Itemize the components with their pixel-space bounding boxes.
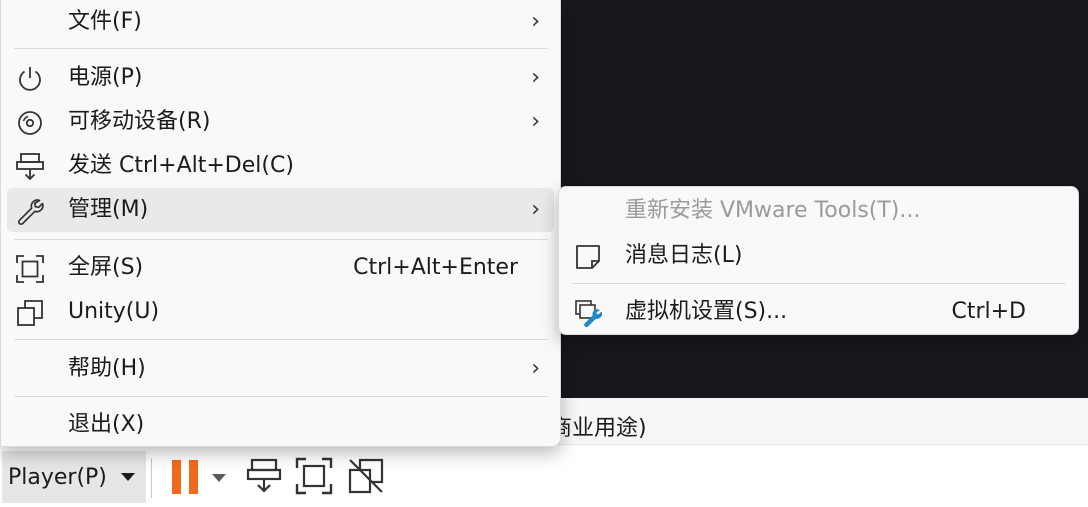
shortcut-label: Ctrl+Alt+Enter	[353, 255, 518, 280]
menu-item-power[interactable]: 电源(P) ›	[7, 56, 554, 100]
removable-device-icon	[18, 111, 42, 135]
menu-item-unity[interactable]: Unity(U)	[7, 290, 554, 334]
toolbar-divider	[151, 458, 152, 498]
menu-separator	[14, 239, 548, 240]
fullscreen-icon[interactable]	[294, 456, 334, 496]
menu-item-send-ctrl-alt-del[interactable]: 发送 Ctrl+Alt+Del(C)	[7, 144, 554, 188]
chevron-right-icon: ›	[531, 9, 540, 34]
unity-icon	[17, 300, 43, 326]
menu-separator	[14, 48, 548, 49]
submenu-separator	[572, 283, 1066, 284]
menu-separator	[14, 339, 548, 340]
submenu-item-vm-settings[interactable]: 虚拟机设置(S)... Ctrl+D	[565, 290, 1072, 334]
unity-icon[interactable]	[346, 456, 386, 496]
send-ctrl-alt-del-icon[interactable]	[244, 456, 284, 496]
menu-item-help[interactable]: 帮助(H) ›	[7, 347, 554, 391]
menu-item-file[interactable]: 文件(F) ›	[7, 0, 554, 44]
wrench-icon	[18, 199, 44, 225]
pause-icon[interactable]	[172, 460, 200, 494]
menu-separator	[14, 396, 548, 397]
submenu-item-reinstall-vmware-tools: 重新安装 VMware Tools(T)...	[625, 198, 921, 223]
player-menu-button[interactable]: Player(P)	[2, 451, 146, 503]
menu-item-fullscreen[interactable]: 全屏(S) Ctrl+Alt+Enter	[7, 246, 554, 290]
vm-settings-icon	[575, 300, 603, 328]
submenu-item-message-log[interactable]: 消息日志(L)	[565, 234, 1072, 278]
chevron-right-icon: ›	[531, 356, 540, 381]
chevron-down-icon	[120, 473, 135, 481]
send-ctrl-alt-del-icon	[16, 153, 44, 181]
chevron-right-icon: ›	[531, 197, 540, 222]
status-text: 商业用途)	[550, 416, 647, 441]
player-menu: 文件(F) › 电源(P) › 可移动设备(R) › 发送 Ctrl+Alt+D…	[0, 0, 561, 447]
menu-item-exit[interactable]: 退出(X)	[7, 403, 554, 447]
fullscreen-icon	[16, 255, 44, 283]
menu-item-removable-devices[interactable]: 可移动设备(R) ›	[7, 100, 554, 144]
chevron-right-icon: ›	[531, 65, 540, 90]
player-menu-label: Player(P)	[8, 464, 107, 490]
menu-item-manage[interactable]: 管理(M) ›	[7, 188, 554, 232]
shortcut-label: Ctrl+D	[951, 299, 1026, 324]
power-icon	[19, 67, 41, 91]
pause-options-chevron-icon[interactable]	[212, 474, 226, 482]
manage-submenu: 重新安装 VMware Tools(T)... 消息日志(L) 虚拟机设置(S)…	[558, 186, 1079, 335]
message-log-icon	[576, 245, 600, 269]
chevron-right-icon: ›	[531, 109, 540, 134]
player-toolbar	[0, 448, 1088, 507]
